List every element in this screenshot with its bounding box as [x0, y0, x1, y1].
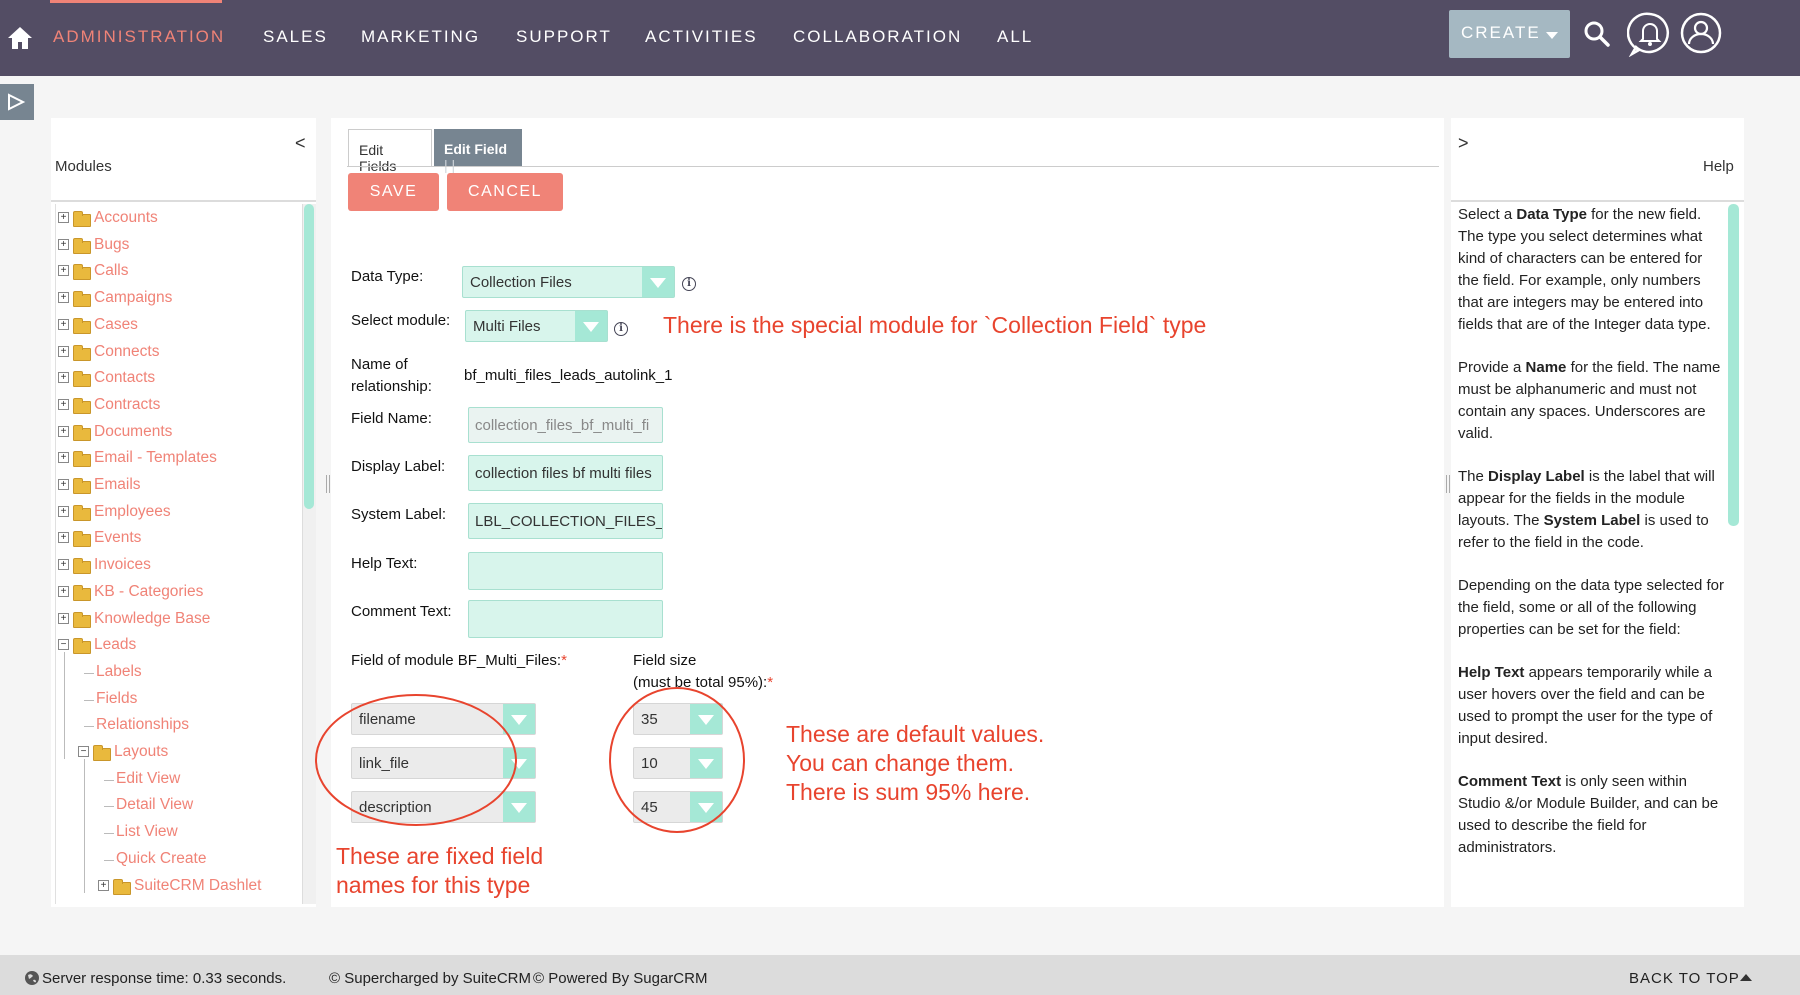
powered-by-link[interactable]: © Powered By SugarCRM: [533, 970, 707, 987]
annotation-ellipse-sizes: [609, 687, 745, 833]
help-paragraph: Comment Text is only seen within Studio …: [1458, 773, 1719, 856]
annotation-defaults-1: These are default values.: [786, 721, 1045, 747]
help-paragraph: The Display Label is the label that will…: [1458, 468, 1715, 551]
chevron-up-icon[interactable]: [1739, 972, 1753, 982]
resize-handle[interactable]: [1446, 475, 1450, 493]
divider: [1451, 200, 1744, 202]
globe-icon: [25, 971, 39, 985]
help-text: Select a Data Type for the new field. Th…: [1458, 204, 1726, 904]
help-paragraph: Help Text appears temporarily while a us…: [1458, 664, 1713, 747]
help-paragraph: Depending on the data type selected for …: [1458, 577, 1725, 638]
server-response-time: Server response time: 0.33 seconds.: [42, 970, 287, 987]
annotation-defaults-2: You can change them.: [786, 750, 1015, 776]
back-to-top-link[interactable]: BACK TO TOP: [1629, 970, 1740, 987]
annotation-fixed-2: names for this type: [336, 872, 531, 898]
collapse-right-button[interactable]: >: [1458, 133, 1469, 154]
help-paragraph: Select a Data Type for the new field. Th…: [1458, 206, 1711, 333]
annotation-fixed-1: These are fixed field: [336, 843, 544, 869]
annotation-ellipse-fields: [315, 694, 517, 826]
footer: Server response time: 0.33 seconds. © Su…: [0, 955, 1800, 995]
help-title: Help: [1703, 158, 1734, 175]
supercharged-link[interactable]: © Supercharged by SuiteCRM: [329, 970, 531, 987]
help-paragraph: Provide a Name for the field. The name m…: [1458, 359, 1721, 442]
scrollbar-thumb[interactable]: [1728, 204, 1739, 526]
annotation-defaults-3: There is sum 95% here.: [786, 779, 1031, 805]
